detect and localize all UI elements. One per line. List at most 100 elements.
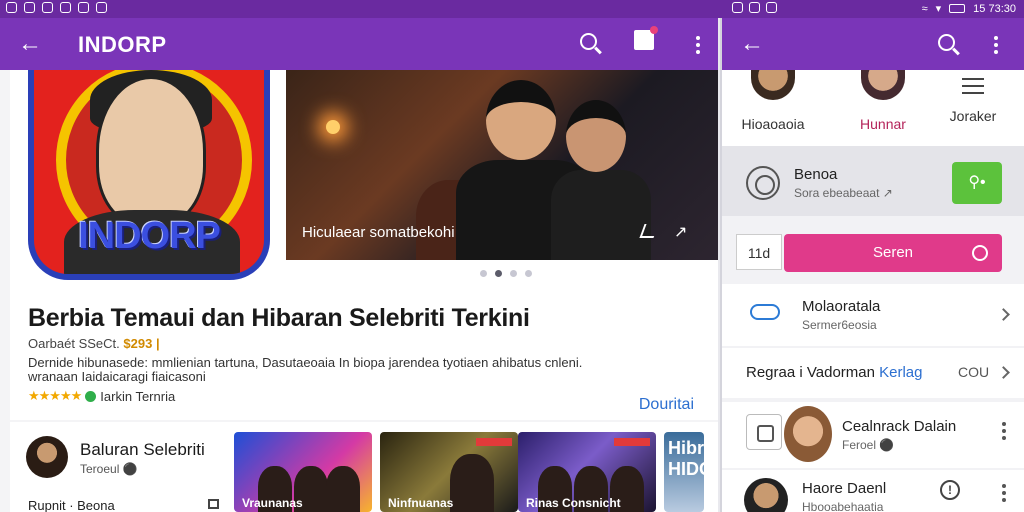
list-item[interactable]: Cealnrack Dalain Feroel ⚫ [722, 402, 1024, 468]
cancel-icon [972, 245, 988, 261]
top-app-bar: ← INDORP [0, 18, 718, 70]
carousel-pager [480, 270, 532, 277]
category-item[interactable]: Joraker [928, 70, 1018, 124]
list-item[interactable]: Regraa i Vadorman Kerlag COU [722, 348, 1024, 398]
notification-icon [96, 2, 107, 13]
category-label: Hioaoaoia [741, 116, 805, 132]
category-item-active[interactable]: Hunnar [838, 70, 928, 132]
app-title: Berbia Temaui dan Hibaran Selebriti Terk… [28, 304, 530, 332]
clock: 15 73:30 [973, 2, 1016, 15]
notification-icons-right [732, 2, 777, 13]
thumbnail-label: Vraunanas [242, 496, 303, 510]
media-thumbnail[interactable]: Rinas Consnicht [518, 432, 656, 512]
meta-prefix: Oarbaét SSeCt. [28, 336, 120, 351]
more-vert-icon[interactable] [994, 36, 998, 54]
app-detail-screen: ← INDORP INDORP Hiculaear somatbekohi ↗ [0, 18, 718, 512]
edit-icon [634, 26, 658, 50]
notification-icon [24, 2, 35, 13]
pager-dot[interactable] [510, 270, 517, 277]
app-meta: Oarbaét SSeCt. $293 | [28, 336, 160, 351]
thumbnail-label: Ninfnuanas [388, 496, 454, 510]
title-accent: Kerlag [879, 364, 923, 381]
app-icon-brand: INDORP [78, 215, 221, 257]
search-button[interactable] [938, 34, 955, 56]
list-item-subtitle: Sermer6eosia [802, 318, 877, 332]
category-label: Hunnar [860, 116, 906, 132]
chevron-right-icon [997, 366, 1010, 379]
banner-caption: Hiculaear somatbekohi [302, 224, 455, 241]
list-item-subtitle: Hbooabehaatia [802, 500, 884, 512]
back-arrow-icon[interactable]: ← [740, 30, 764, 58]
chevron-right-icon [997, 308, 1010, 321]
promo-banner[interactable]: Hiculaear somatbekohi ↗ [286, 70, 718, 260]
battery-icon [949, 4, 966, 13]
app-icon: INDORP [28, 70, 270, 280]
search-action-button[interactable]: ⚲• [952, 162, 1002, 204]
rating-row: ★★★★★ Iarkin Ternria [28, 388, 175, 404]
list-item-subtitle: Sora ebeabeaat ↗ [794, 186, 893, 200]
list-item[interactable]: Molaoratala Sermer6eosia [722, 284, 1024, 346]
share-icon[interactable]: ↗ [674, 222, 687, 242]
avatar [744, 478, 788, 512]
notification-icon [78, 2, 89, 13]
signal-icon: ▾ [935, 3, 942, 15]
section-title: Baluran Selebriti [80, 440, 205, 459]
secondary-screen: ← Hioaoaoia Hunnar Joraker Benoa Sora eb… [720, 18, 1024, 512]
more-vert-icon[interactable] [696, 36, 700, 54]
list-item[interactable]: Benoa Sora ebeabeaat ↗ ⚲• [722, 146, 1024, 216]
list-item-title: Cealnrack Dalain [842, 418, 957, 435]
notification-icon [60, 2, 71, 13]
checkbox-icon[interactable] [746, 414, 782, 450]
list-icon [962, 78, 984, 94]
section-avatar[interactable] [26, 436, 68, 478]
primary-button[interactable]: Seren [784, 234, 1002, 272]
count-field[interactable]: 11d [736, 234, 782, 270]
media-thumbnail[interactable]: Hibr HIDO [664, 432, 704, 512]
search-button[interactable] [580, 30, 597, 56]
list-item-title: Haore Daenl [802, 480, 887, 497]
more-vert-icon[interactable] [1002, 422, 1006, 440]
edit-button[interactable] [634, 26, 658, 56]
cloud-icon [750, 304, 780, 320]
media-thumbnail[interactable]: Vraunanas [234, 432, 372, 512]
notification-icons [6, 2, 107, 13]
category-avatar [751, 70, 795, 100]
back-arrow-icon[interactable]: ← [18, 30, 42, 58]
thumbnail-label: Rinas Consnicht [526, 496, 621, 510]
more-vert-icon[interactable] [1002, 484, 1006, 502]
alert-icon[interactable]: ! [940, 480, 960, 500]
expand-icon[interactable] [208, 499, 219, 509]
rating-label: Iarkin Ternria [100, 388, 176, 404]
notification-icon [766, 2, 777, 13]
media-thumbnail[interactable]: Ninfnuanas [380, 432, 518, 512]
list-item[interactable]: Haore Daenl Hbooabehaatia ! [722, 470, 1024, 512]
notification-icon [732, 2, 743, 13]
app-bar-title: INDORP [78, 32, 167, 57]
pager-dot[interactable] [480, 270, 487, 277]
hero-section: INDORP Hiculaear somatbekohi ↗ [10, 70, 718, 280]
app-description: Dernide hibunasede: mmlienian tartuna, D… [28, 355, 583, 384]
search-icon [580, 33, 597, 50]
thumbnail-label: Hibr HIDO [668, 438, 704, 479]
meta-value: $293 | [123, 336, 160, 351]
list-item-subtitle: Feroel ⚫ [842, 438, 895, 452]
category-strip: Hioaoaoia Hunnar Joraker [722, 70, 1024, 146]
category-item[interactable]: Hioaoaoia [728, 70, 818, 132]
primary-button-label: Seren [872, 244, 914, 261]
section-subtitle: Teroeul ⚫ [80, 462, 138, 476]
radio-icon[interactable] [746, 166, 780, 200]
app-info-card: Berbia Temaui dan Hibaran Selebriti Terk… [10, 280, 718, 420]
top-app-bar-secondary: ← [722, 18, 1024, 70]
list-item-title: Molaoratala [802, 298, 881, 315]
install-link[interactable]: Douritai [639, 396, 694, 414]
search-icon [938, 34, 955, 51]
notification-icon [6, 2, 17, 13]
notification-icon [749, 2, 760, 13]
status-bar: ≈ ▾ 15 73:30 [0, 0, 1024, 18]
pager-dot[interactable] [525, 270, 532, 277]
notification-icon [42, 2, 53, 13]
pager-dot-active[interactable] [495, 270, 502, 277]
section-footer: Rupnit · Beona [28, 498, 115, 512]
rating-stars: ★★★★★ [28, 388, 82, 403]
list-item-count: COU [958, 364, 990, 380]
